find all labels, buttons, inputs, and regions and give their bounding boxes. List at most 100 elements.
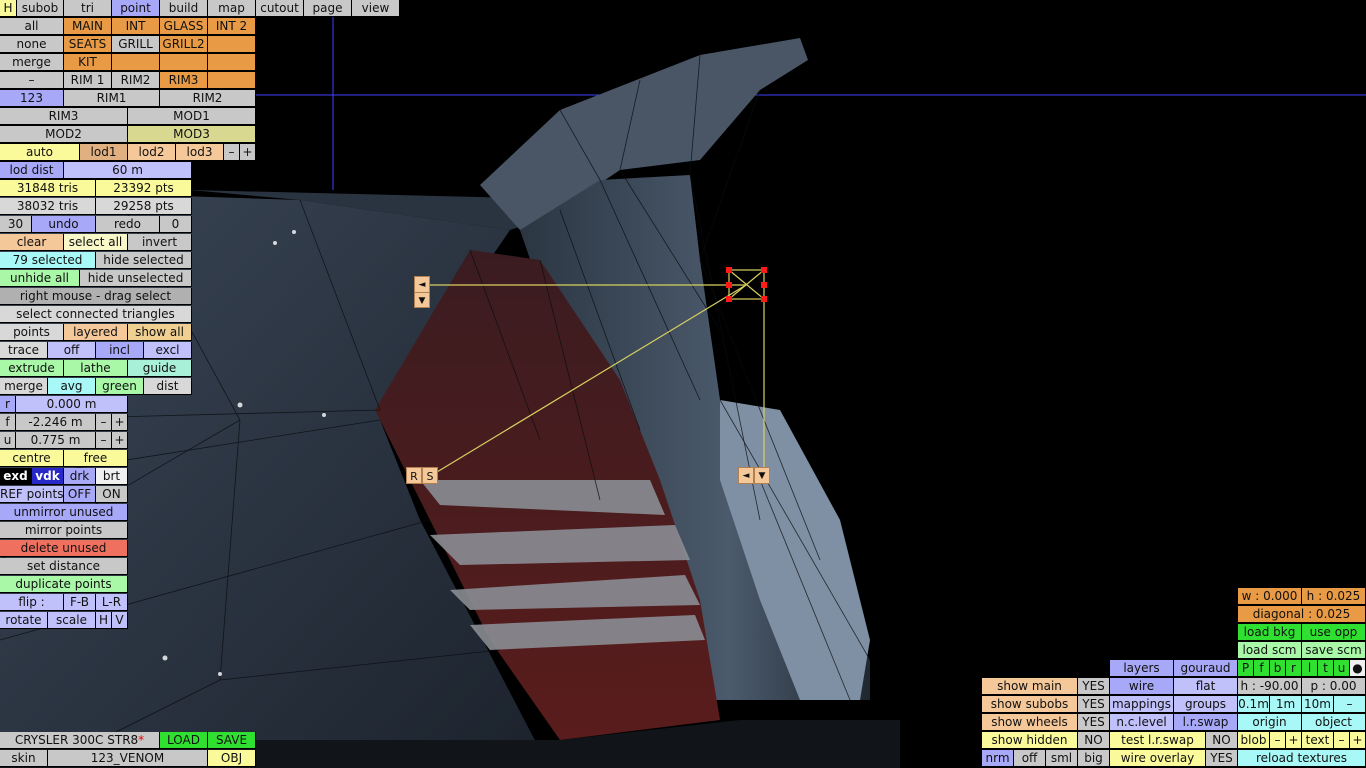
flat-button[interactable]: flat xyxy=(1174,678,1238,695)
mod2-button[interactable]: MOD2 xyxy=(0,126,128,143)
flag-t[interactable]: t xyxy=(1318,660,1334,677)
f-value[interactable]: -2.246 m xyxy=(16,414,96,431)
sml-button[interactable]: sml xyxy=(1046,750,1078,767)
save-scm-button[interactable]: save scm xyxy=(1302,642,1366,659)
layers-button[interactable]: layers xyxy=(1110,660,1174,677)
trace-incl-button[interactable]: incl xyxy=(96,342,144,359)
load-bkg-button[interactable]: load bkg xyxy=(1238,624,1302,641)
flag-r[interactable]: r xyxy=(1286,660,1302,677)
heading-angle[interactable]: h : -90.00 xyxy=(1238,678,1302,695)
free-button[interactable]: free xyxy=(64,450,128,467)
move-left-handle[interactable]: ◄ xyxy=(414,276,430,293)
lod-minus-button[interactable]: – xyxy=(224,144,240,161)
flag-l[interactable]: l xyxy=(1302,660,1318,677)
use-opp-button[interactable]: use opp xyxy=(1302,624,1366,641)
test-lr-swap-toggle[interactable]: NO xyxy=(1206,732,1238,749)
step-1m-button[interactable]: 1m xyxy=(1270,696,1302,713)
part-main[interactable]: MAIN xyxy=(64,18,112,35)
part-grill[interactable]: GRILL xyxy=(112,36,160,53)
green-button[interactable]: green xyxy=(96,378,144,395)
save-button[interactable]: SAVE xyxy=(208,732,256,749)
show-subobs-toggle[interactable]: YES xyxy=(1078,696,1110,713)
trace-off-button[interactable]: off xyxy=(48,342,96,359)
part-empty-1[interactable] xyxy=(208,36,256,53)
invert-selection-button[interactable]: invert xyxy=(128,234,192,251)
rotate-button[interactable]: rotate xyxy=(0,612,48,629)
flag-p[interactable]: P xyxy=(1238,660,1254,677)
redo-button[interactable]: redo xyxy=(96,216,160,233)
load-button[interactable]: LOAD xyxy=(160,732,208,749)
lr-swap-button[interactable]: l.r.swap xyxy=(1174,714,1238,731)
vdk-button[interactable]: vdk xyxy=(32,468,64,485)
part-int2[interactable]: INT 2 xyxy=(208,18,256,35)
part-empty-3[interactable] xyxy=(160,54,208,71)
menu-point[interactable]: point xyxy=(112,0,160,17)
dist-button[interactable]: dist xyxy=(144,378,192,395)
right-mouse-drag-select[interactable]: right mouse - drag select xyxy=(0,288,192,305)
blob-minus-button[interactable]: – xyxy=(1270,732,1286,749)
wire-button[interactable]: wire xyxy=(1110,678,1174,695)
origin-button[interactable]: origin xyxy=(1238,714,1302,731)
step-01m-button[interactable]: 0.1m xyxy=(1238,696,1270,713)
show-hidden-toggle[interactable]: NO xyxy=(1078,732,1110,749)
lod-auto-button[interactable]: auto xyxy=(0,144,80,161)
part-rim2[interactable]: RIM2 xyxy=(112,72,160,89)
mappings-button[interactable]: mappings xyxy=(1110,696,1174,713)
gouraud-button[interactable]: gouraud xyxy=(1174,660,1238,677)
show-wheels-button[interactable]: show wheels xyxy=(982,714,1078,731)
merge-points-button[interactable]: merge xyxy=(0,378,48,395)
groups-button[interactable]: groups xyxy=(1174,696,1238,713)
part-seats[interactable]: SEATS xyxy=(64,36,112,53)
avg-button[interactable]: avg xyxy=(48,378,96,395)
nc-level-button[interactable]: n.c.level xyxy=(1110,714,1174,731)
f-plus-button[interactable]: + xyxy=(112,414,128,431)
u-value[interactable]: 0.775 m xyxy=(16,432,96,449)
mirror-points-button[interactable]: mirror points xyxy=(0,522,128,539)
step-10m-button[interactable]: 10m xyxy=(1302,696,1334,713)
flag-u[interactable]: u xyxy=(1334,660,1350,677)
part-empty-5[interactable] xyxy=(208,72,256,89)
parts-all-button[interactable]: all xyxy=(0,18,64,35)
nrm-button[interactable]: nrm xyxy=(982,750,1014,767)
wire-overlay-toggle[interactable]: YES xyxy=(1206,750,1238,767)
ref-off-button[interactable]: OFF xyxy=(64,486,96,503)
wire-overlay-button[interactable]: wire overlay xyxy=(1110,750,1206,767)
menu-tri[interactable]: tri xyxy=(64,0,112,17)
rim2-wide-button[interactable]: RIM2 xyxy=(160,90,256,107)
menu-view[interactable]: view xyxy=(352,0,400,17)
flag-f[interactable]: f xyxy=(1254,660,1270,677)
obj-button[interactable]: OBJ xyxy=(208,750,256,767)
menu-subob[interactable]: subob xyxy=(17,0,64,17)
parts-merge-button[interactable]: merge xyxy=(0,54,64,71)
select-connected-button[interactable]: select connected triangles xyxy=(0,306,192,323)
ref-on-button[interactable]: ON xyxy=(96,486,128,503)
car-name[interactable]: CRYSLER 300C STR8* xyxy=(0,732,160,749)
skin-name[interactable]: 123_VENOM xyxy=(48,750,208,767)
exd-button[interactable]: exd xyxy=(0,468,32,485)
part-grill2[interactable]: GRILL2 xyxy=(160,36,208,53)
menu-cutout[interactable]: cutout xyxy=(256,0,304,17)
help-button[interactable]: H xyxy=(0,0,17,17)
v-button[interactable]: V xyxy=(112,612,128,629)
hide-selected-button[interactable]: hide selected xyxy=(96,252,192,269)
part-kit[interactable]: KIT xyxy=(64,54,112,71)
part-rim3[interactable]: RIM3 xyxy=(160,72,208,89)
text-button[interactable]: text xyxy=(1302,732,1334,749)
object-button[interactable]: object xyxy=(1302,714,1366,731)
flag-b[interactable]: b xyxy=(1270,660,1286,677)
extrude-button[interactable]: extrude xyxy=(0,360,64,377)
r-value[interactable]: 0.000 m xyxy=(16,396,128,413)
reload-textures-button[interactable]: reload textures xyxy=(1238,750,1366,767)
part-int[interactable]: INT xyxy=(112,18,160,35)
show-all-button[interactable]: show all xyxy=(128,324,192,341)
mod1-button[interactable]: MOD1 xyxy=(128,108,256,125)
lod-dist-value[interactable]: 60 m xyxy=(64,162,192,179)
drk-button[interactable]: drk xyxy=(64,468,96,485)
big-button[interactable]: big xyxy=(1078,750,1110,767)
trace-excl-button[interactable]: excl xyxy=(144,342,192,359)
flip-fb-button[interactable]: F-B xyxy=(64,594,96,611)
pitch-angle[interactable]: p : 0.00 xyxy=(1302,678,1366,695)
rim1-wide-button[interactable]: RIM1 xyxy=(64,90,160,107)
lod-plus-button[interactable]: + xyxy=(240,144,256,161)
move-down-handle-2[interactable]: ▼ xyxy=(754,467,770,484)
